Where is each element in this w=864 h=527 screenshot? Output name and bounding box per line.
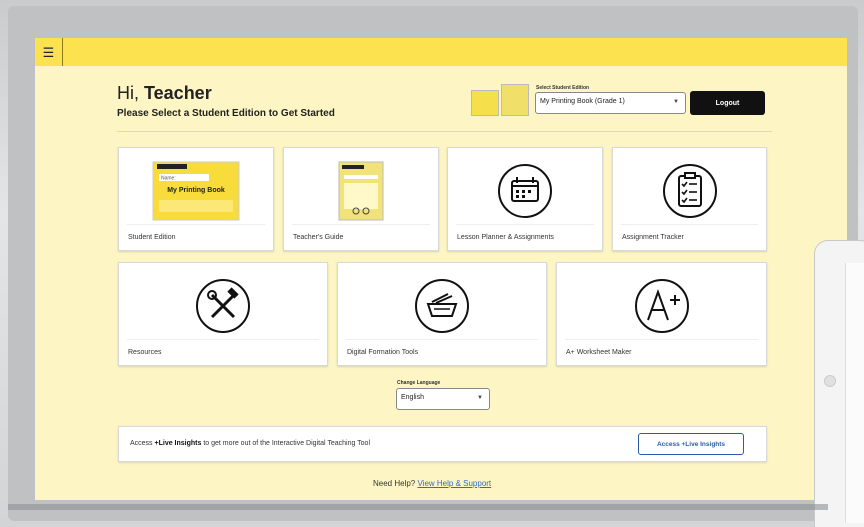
tablet-home-button (824, 375, 836, 387)
language-select-label: Change Language (397, 380, 441, 386)
teachers-guide-book-thumbnail (284, 156, 438, 226)
edition-select[interactable]: My Printing Book (Grade 1) ▼ (535, 92, 686, 114)
logout-button[interactable]: Logout (690, 91, 765, 115)
edition-select-value: My Printing Book (Grade 1) (540, 98, 625, 105)
wrench-hammer-icon (196, 279, 250, 333)
app-screen: ☰ Hi, Teacher Please Select a Student Ed… (35, 38, 847, 500)
card-digital-formation-tools[interactable]: Digital Formation Tools (337, 262, 547, 366)
card-teachers-guide[interactable]: Teacher's Guide (283, 147, 439, 251)
help-support-link[interactable]: View Help & Support (417, 479, 491, 488)
greeting-prefix: Hi, (117, 83, 144, 103)
edition-select-label: Select Student Edition (536, 85, 590, 91)
insights-text: Access +Live Insights to get more out of… (130, 440, 371, 447)
card-label: Lesson Planner & Assignments (457, 234, 554, 241)
access-insights-button[interactable]: Access +Live Insights (638, 433, 744, 455)
card-label: A+ Worksheet Maker (566, 349, 632, 356)
edition-thumbnail-guide (501, 84, 529, 116)
card-label: Teacher's Guide (293, 234, 344, 241)
clipboard-checklist-icon (662, 164, 717, 218)
chevron-down-icon: ▼ (673, 99, 679, 105)
background-tablet (814, 240, 864, 527)
card-a-plus-worksheet-maker[interactable]: A+ Worksheet Maker (556, 262, 767, 366)
hamburger-icon: ☰ (42, 44, 55, 60)
greeting: Hi, Teacher (117, 83, 212, 104)
calendar-icon (498, 164, 552, 218)
header-divider (117, 131, 772, 132)
card-lesson-planner[interactable]: Lesson Planner & Assignments (447, 147, 603, 251)
insights-banner: Access +Live Insights to get more out of… (118, 426, 767, 462)
tablet-screen (845, 263, 864, 523)
greeting-name: Teacher (144, 83, 212, 103)
card-resources[interactable]: Resources (118, 262, 328, 366)
card-label: Student Edition (128, 234, 176, 241)
card-student-edition[interactable]: Name: My Printing Book Student Edition (118, 147, 274, 251)
top-bar: ☰ (35, 38, 847, 66)
edition-thumbnails (471, 80, 529, 116)
edition-thumbnail-cover (471, 90, 499, 116)
language-select[interactable]: English ▼ (396, 388, 490, 410)
book-title: My Printing Book (167, 187, 225, 194)
a-plus-icon (634, 279, 689, 333)
help-text: Need Help? View Help & Support (373, 479, 492, 488)
student-edition-book-thumbnail: Name: My Printing Book (119, 156, 273, 226)
book-name-field: Name: (161, 176, 176, 182)
language-select-value: English (401, 394, 424, 401)
device-bottom-edge (8, 504, 828, 510)
menu-button[interactable]: ☰ (35, 38, 63, 66)
card-label: Digital Formation Tools (347, 349, 419, 356)
card-label: Assignment Tracker (622, 234, 684, 241)
card-label: Resources (128, 349, 162, 356)
card-assignment-tracker[interactable]: Assignment Tracker (612, 147, 767, 251)
tray-tools-icon (415, 279, 469, 333)
chevron-down-icon: ▼ (477, 395, 483, 401)
page-subtitle: Please Select a Student Edition to Get S… (117, 108, 335, 119)
